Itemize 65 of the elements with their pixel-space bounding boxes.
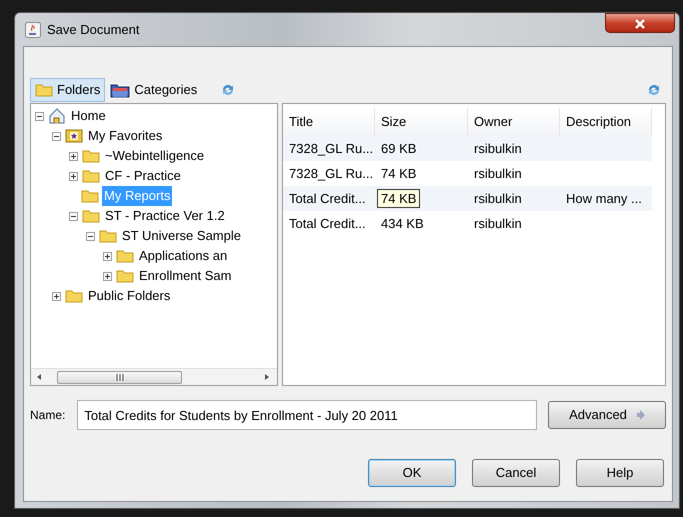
table-cell-text: Total Credit... [288,214,367,233]
categories-icon [110,82,130,98]
tab[interactable]: Folders [30,78,106,102]
tooltip: 74 KB [377,189,420,208]
name-label: Name: [30,407,66,424]
dialog-button[interactable]: Cancel [472,459,560,487]
collapse-icon[interactable] [35,112,44,120]
folder-icon [82,209,100,223]
folder-icon [99,229,117,243]
collapse-icon[interactable] [52,132,61,140]
tree-item[interactable]: ST Universe Sample [120,226,243,246]
table-cell-text: 434 KB [380,214,425,233]
close-icon [635,18,645,29]
table-cell-text: rsibulkin [473,164,523,183]
table-cell-text: 7328_GL Ru... [288,164,374,183]
table-cell: rsibulkin [468,186,560,211]
tree-item[interactable]: Applications an [137,246,230,266]
scroll-right-icon[interactable] [263,373,271,381]
advanced-button[interactable]: Advanced [548,401,666,429]
tree-item[interactable]: Home [69,106,108,126]
dialog-button[interactable]: Help [576,459,664,487]
table-cell: 7328_GL Ru... [283,136,375,161]
grip-icon[interactable] [116,374,124,380]
java-cup-icon [25,22,41,38]
expand-icon[interactable] [103,272,112,280]
name-field[interactable]: Total Credits for Students by Enrollment - July 20 2011 [77,400,538,430]
column-header[interactable]: Owner [468,108,560,136]
refresh-icon[interactable] [646,83,662,97]
tree-item[interactable]: CF - Practice [103,166,183,186]
table-cell: 69 KB [375,136,468,161]
folder-icon [116,269,134,283]
tree-item[interactable]: ~Webintelligence [103,146,206,166]
tree-item[interactable]: My Favorites [86,126,164,146]
folder-icon [81,189,99,203]
folder-icon [35,83,53,97]
collapse-icon[interactable] [69,212,78,220]
tree-item[interactable]: Enrollment Sam [137,266,234,286]
collapse-icon[interactable] [86,232,95,240]
star-folder-icon [65,129,83,143]
table-cell: How many ... [560,186,652,211]
tab[interactable]: Categories [105,78,202,102]
folder-icon [116,249,134,263]
expand-icon[interactable] [103,252,112,260]
scroll-left-icon[interactable] [35,373,43,381]
table-cell-text: rsibulkin [473,214,523,233]
tree-item[interactable]: ST - Practice Ver 1.2 [103,206,227,226]
column-header[interactable]: Title [283,108,375,136]
folder-icon [82,149,100,163]
expand-icon[interactable] [69,172,78,180]
dialog-button[interactable]: OK [368,459,456,487]
expand-icon[interactable] [52,292,61,300]
horizontal-scrollbar[interactable] [31,368,277,385]
window-title: Save Document [47,20,140,39]
table-cell: rsibulkin [468,136,560,161]
table-cell-text: 74 KB [380,164,418,183]
folder-icon [82,169,100,183]
arrow-icon [634,410,645,420]
table-cell: Total Credit... [283,186,375,211]
home-icon [48,108,66,124]
folder-icon [65,289,83,303]
close-button[interactable] [605,13,675,33]
tree-item[interactable]: Public Folders [86,286,172,306]
expand-icon[interactable] [69,152,78,160]
column-header[interactable]: Description [560,108,652,136]
column-header[interactable]: Size [375,108,468,136]
